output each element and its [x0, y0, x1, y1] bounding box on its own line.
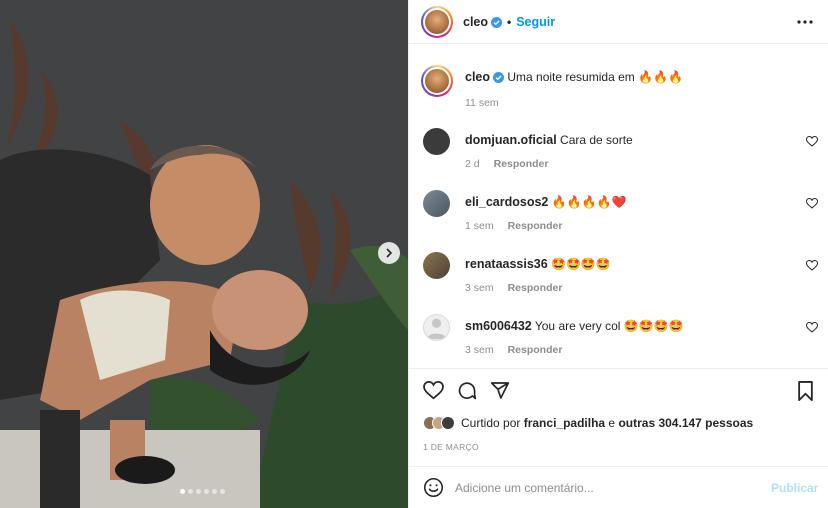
verified-badge-icon [493, 72, 505, 83]
reply-button[interactable]: Responder [508, 282, 563, 294]
caption-avatar[interactable] [421, 65, 453, 97]
comment-text-line: sm6006432 You are very col 🤩🤩🤩🤩 [465, 319, 684, 333]
comment-emojis: 🤩🤩🤩🤩 [623, 319, 684, 333]
carousel-dot [188, 489, 193, 494]
default-avatar-icon [426, 318, 447, 339]
post-photo[interactable] [0, 0, 408, 508]
carousel-dot [220, 489, 225, 494]
bookmark-icon[interactable] [797, 381, 814, 401]
comment-time: 3 sem [465, 282, 494, 294]
likes-summary: Curtido por franci_padilha e outras 304.… [423, 416, 753, 430]
reply-button[interactable]: Responder [508, 220, 563, 232]
commenter-username[interactable]: sm6006432 [465, 319, 532, 333]
comment-meta: 1 sem Responder [465, 220, 562, 232]
comment-text: Cara de sorte [560, 133, 633, 147]
comment-icon[interactable] [457, 381, 477, 401]
commenter-avatar[interactable] [423, 190, 450, 217]
publish-button[interactable]: Publicar [771, 481, 818, 495]
commenter-username[interactable]: eli_cardosos2 [465, 195, 548, 209]
caption-emojis: 🔥🔥🔥 [638, 70, 683, 84]
heart-icon[interactable] [806, 136, 818, 147]
more-horizontal-icon[interactable] [797, 20, 813, 24]
comment-meta: 3 sem Responder [465, 344, 562, 356]
heart-icon[interactable] [806, 322, 818, 333]
likes-prefix: Curtido por [461, 416, 521, 430]
likes-connector: e [608, 416, 616, 430]
comment-time: 1 sem [465, 220, 494, 232]
author-username[interactable]: cleo [463, 15, 488, 29]
comment-emojis: 🤩🤩🤩🤩 [551, 257, 611, 271]
follow-button[interactable]: Seguir [516, 15, 555, 29]
liker-avatar [441, 416, 455, 430]
carousel-dot [196, 489, 201, 494]
comment-composer: Publicar [409, 466, 828, 508]
heart-icon[interactable] [806, 198, 818, 209]
post-header: cleo • Seguir [409, 0, 828, 44]
author-avatar[interactable] [421, 6, 453, 38]
comment-text-line: eli_cardosos2 🔥🔥🔥🔥❤️ [465, 195, 626, 209]
heart-icon[interactable] [423, 381, 444, 400]
smiley-icon[interactable] [423, 477, 444, 498]
comment-meta: 3 sem Responder [465, 282, 562, 294]
carousel-indicator [180, 489, 225, 494]
comment-emojis: 🔥🔥🔥🔥❤️ [551, 195, 627, 209]
comment-input[interactable] [455, 478, 755, 498]
heart-icon[interactable] [806, 260, 818, 271]
commenter-avatar[interactable] [423, 314, 450, 341]
next-slide-button[interactable] [378, 242, 400, 264]
commenter-avatar[interactable] [423, 128, 450, 155]
carousel-dot [180, 489, 185, 494]
commenter-username[interactable]: domjuan.oficial [465, 133, 557, 147]
post-details-panel: cleo • Seguir cleo Uma noite resumida em 🔥… [408, 0, 828, 508]
likes-others[interactable]: outras 304.147 pessoas [618, 416, 753, 430]
post-date: 1 DE MARÇO [423, 442, 479, 452]
comment-time: 3 sem [465, 344, 494, 356]
carousel-dot [204, 489, 209, 494]
reply-button[interactable]: Responder [508, 344, 563, 356]
reply-button[interactable]: Responder [494, 158, 549, 170]
caption-time: 11 sem [465, 97, 499, 109]
comment-time: 2 d [465, 158, 480, 170]
comment-text: You are very col [534, 319, 621, 333]
comment-text-line: domjuan.oficial Cara de sorte [465, 133, 633, 147]
separator-dot: • [507, 15, 512, 29]
commenter-username[interactable]: renataassis36 [465, 257, 548, 271]
commenter-avatar[interactable] [423, 252, 450, 279]
couple-photo [0, 0, 408, 508]
caption-text: Uma noite resumida em [507, 70, 635, 84]
comment-meta: 2 d Responder [465, 158, 548, 170]
chevron-right-icon [386, 248, 393, 258]
verified-badge-icon [491, 17, 503, 28]
liker-username[interactable]: franci_padilha [524, 416, 605, 430]
caption-username[interactable]: cleo [465, 70, 490, 84]
carousel-dot [212, 489, 217, 494]
comment-text-line: renataassis36 🤩🤩🤩🤩 [465, 257, 611, 271]
author-line: cleo • Seguir [463, 15, 555, 29]
caption-text-line: cleo Uma noite resumida em 🔥🔥🔥 [465, 70, 683, 84]
send-icon[interactable] [490, 381, 510, 400]
